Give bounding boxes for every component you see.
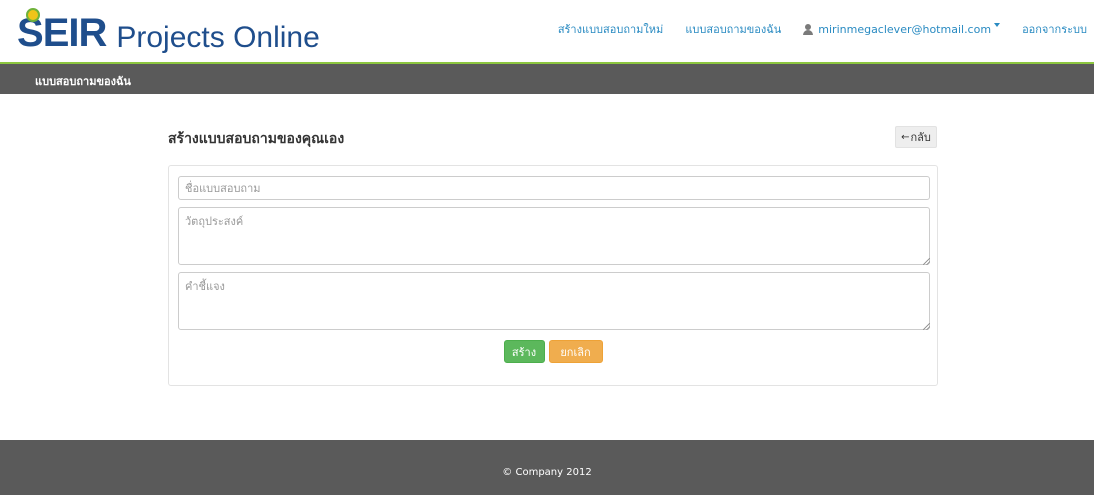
logo-projects-online: Projects Online: [116, 21, 320, 54]
create-button[interactable]: สร้าง: [503, 340, 545, 363]
survey-description-textarea[interactable]: [178, 272, 930, 330]
user-menu[interactable]: mirinmegaclever@hotmail.com: [803, 22, 1001, 36]
section-bar: แบบสอบถามของฉัน: [0, 64, 1094, 94]
nav-logout[interactable]: ออกจากระบบ: [1022, 20, 1087, 38]
section-title: แบบสอบถามของฉัน: [35, 75, 131, 88]
logo-s-letter: S: [17, 8, 44, 53]
form-actions: สร้าง ยกเลิก: [169, 340, 937, 363]
header: S EIR Projects Online สร้างแบบสอบถามใหม่…: [0, 0, 1094, 62]
cancel-button[interactable]: ยกเลิก: [548, 340, 603, 363]
nav-my-surveys[interactable]: แบบสอบถามของฉัน: [685, 20, 781, 38]
back-button[interactable]: ← กลับ: [895, 126, 937, 148]
back-button-label: กลับ: [910, 131, 931, 144]
survey-name-input[interactable]: [178, 176, 930, 200]
logo-bold-text: EIR: [42, 11, 108, 55]
create-survey-form: สร้าง ยกเลิก: [168, 165, 938, 386]
nav-create-new-survey[interactable]: สร้างแบบสอบถามใหม่: [558, 20, 664, 38]
footer: © Company 2012: [0, 440, 1094, 495]
survey-purpose-textarea[interactable]: [178, 207, 930, 265]
copyright-text: © Company 2012: [502, 467, 592, 478]
sun-icon: [26, 8, 40, 22]
page-title: สร้างแบบสอบถามของคุณเอง: [168, 131, 345, 147]
user-icon: [803, 23, 814, 35]
arrow-left-icon: ←: [901, 131, 910, 143]
user-email: mirinmegaclever@hotmail.com: [818, 22, 992, 36]
top-navigation: สร้างแบบสอบถามใหม่ แบบสอบถามของฉัน mirin…: [558, 19, 1094, 39]
caret-down-icon: [994, 23, 1001, 27]
logo[interactable]: S EIR Projects Online: [17, 8, 320, 55]
